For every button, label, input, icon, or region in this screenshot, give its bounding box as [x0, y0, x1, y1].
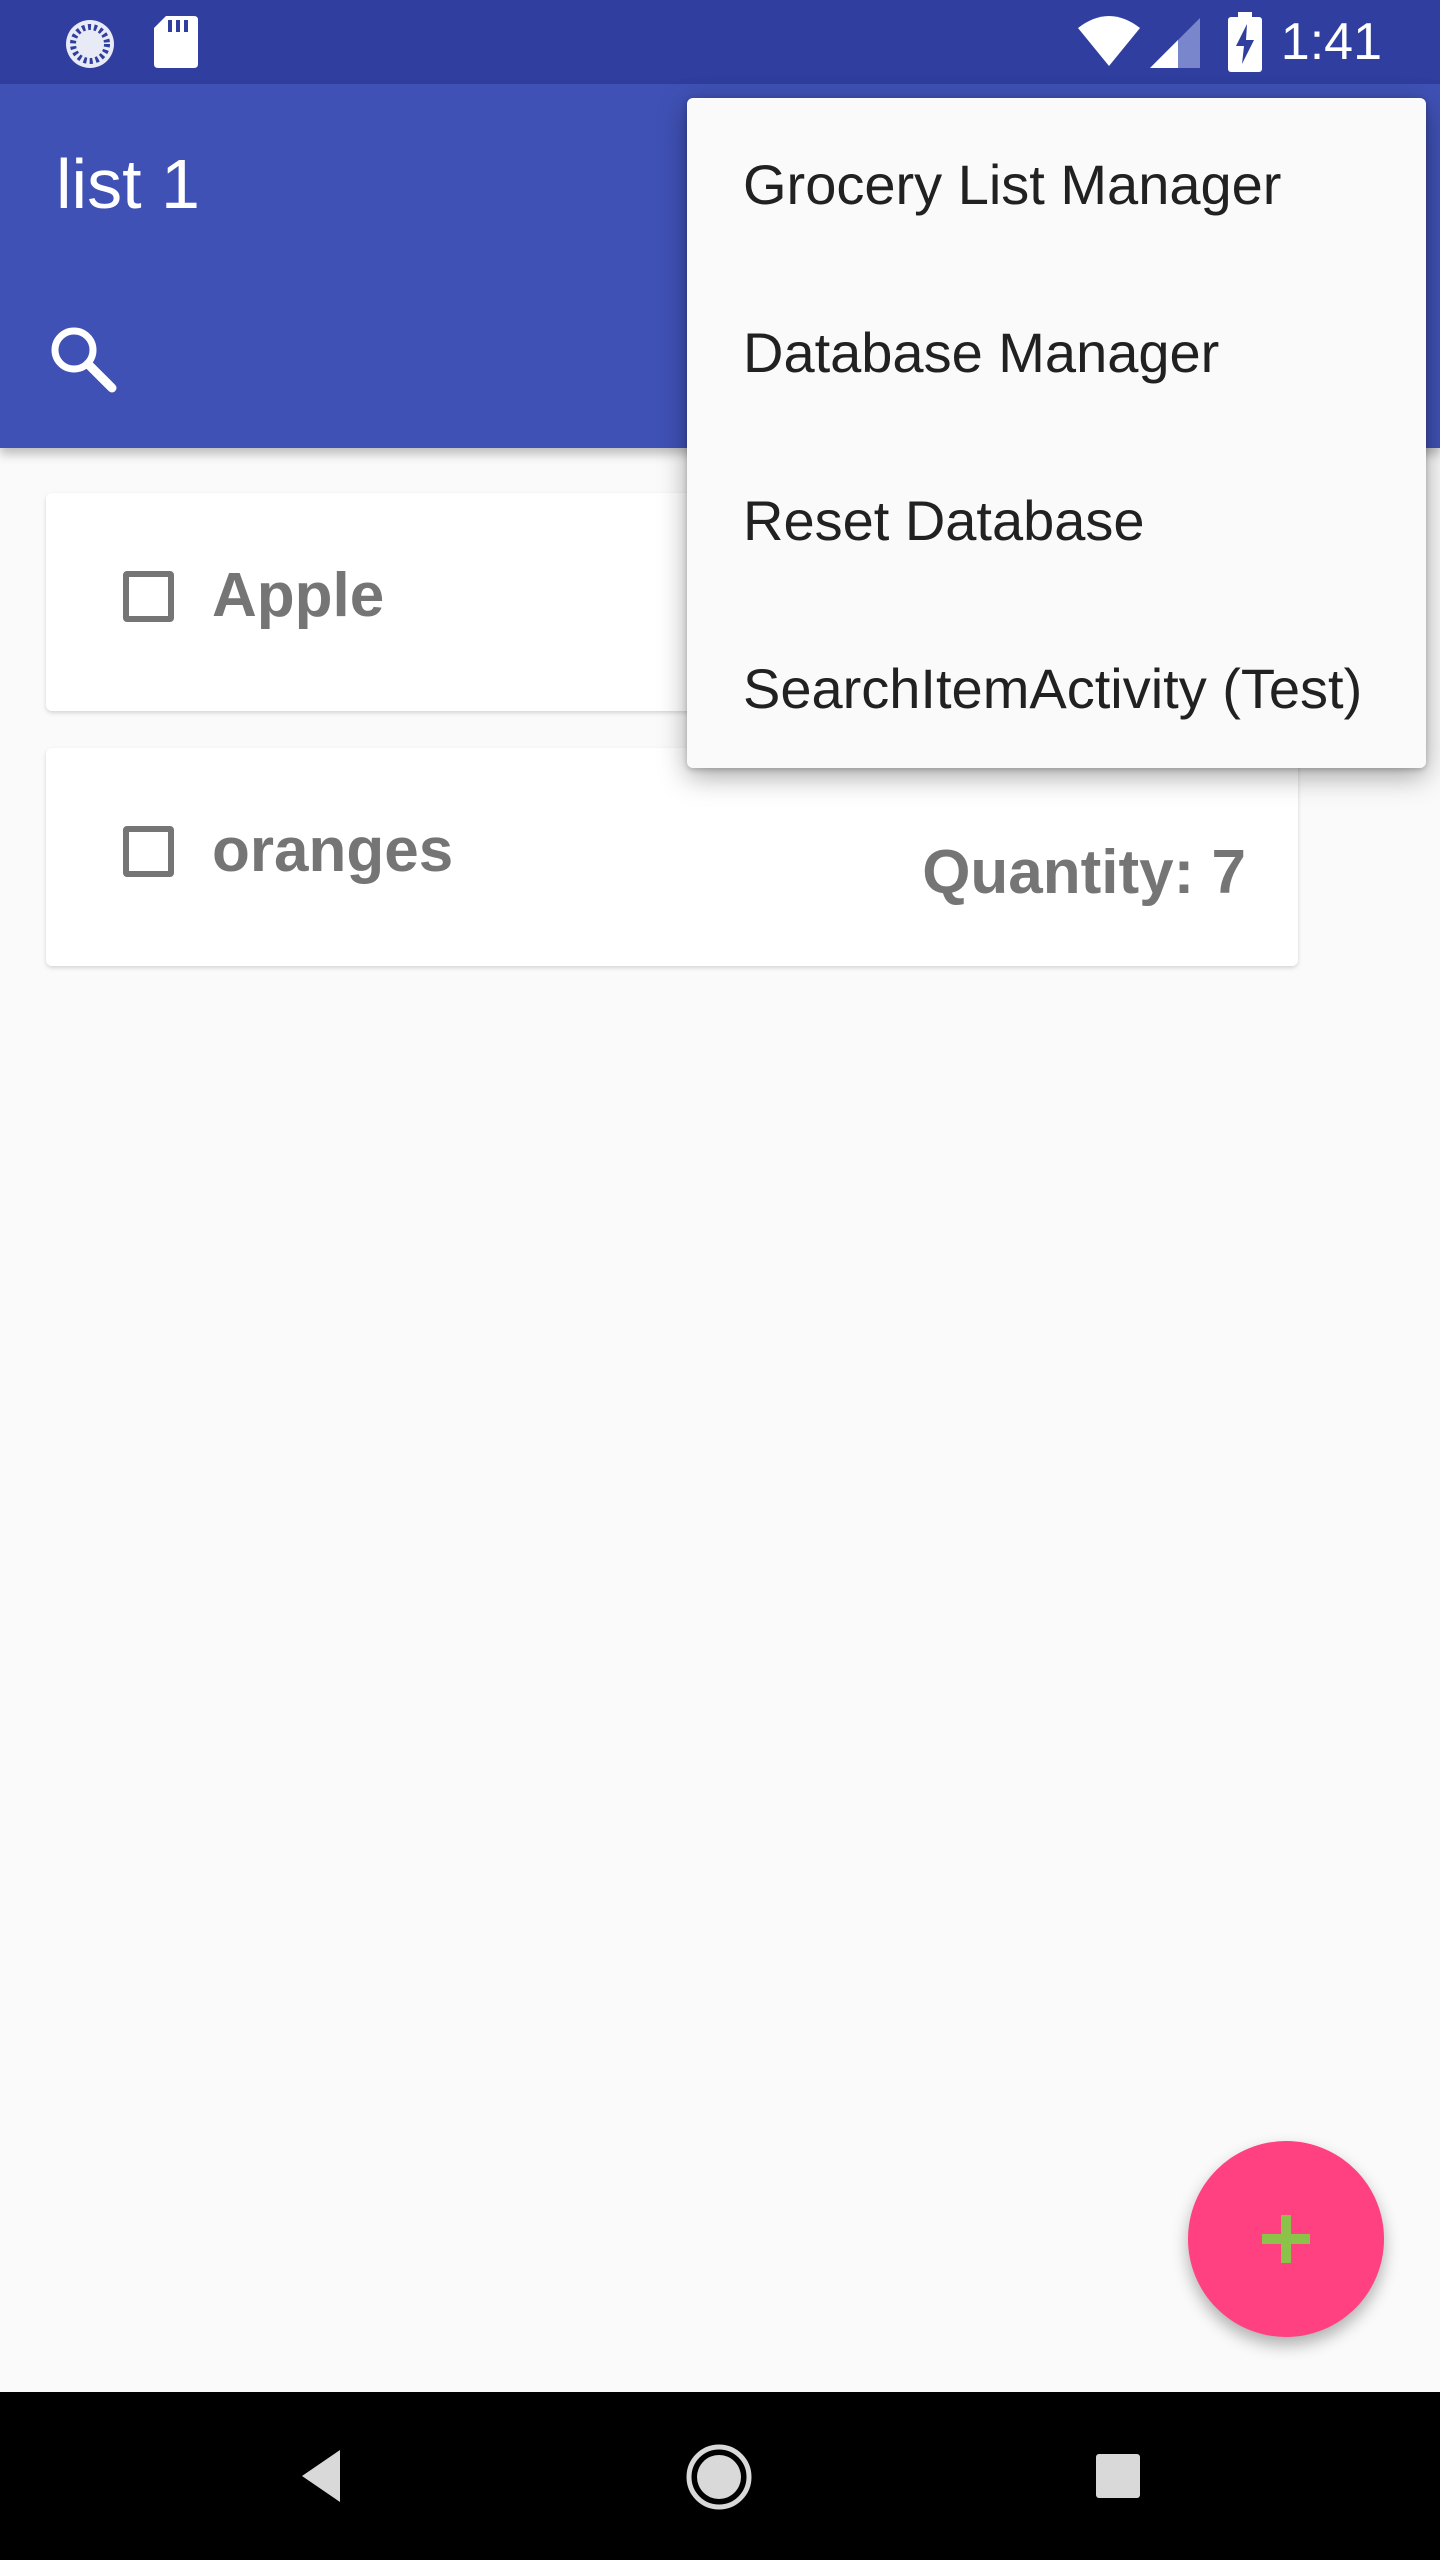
wifi-icon — [1078, 16, 1140, 66]
item-quantity: Quantity: 7 — [922, 838, 1246, 907]
search-button[interactable] — [40, 316, 130, 406]
sync-icon — [66, 20, 114, 68]
menu-item-search-item-activity[interactable]: SearchItemActivity (Test) — [743, 657, 1362, 721]
navigation-bar — [0, 2392, 1440, 2560]
recents-icon[interactable] — [1096, 2454, 1140, 2498]
overflow-menu: Grocery List Manager Database Manager Re… — [687, 98, 1426, 768]
back-icon[interactable] — [296, 2446, 344, 2506]
add-item-button[interactable] — [1188, 2141, 1384, 2337]
status-bar: 1:41 — [0, 0, 1440, 84]
plus-icon — [1262, 2215, 1310, 2263]
battery-charging-icon — [1228, 12, 1262, 72]
sd-card-icon — [154, 16, 198, 68]
menu-item-reset-database[interactable]: Reset Database — [743, 489, 1145, 553]
menu-item-database-manager[interactable]: Database Manager — [743, 321, 1219, 385]
status-time: 1:41 — [1280, 13, 1382, 71]
home-icon[interactable] — [684, 2442, 754, 2512]
search-icon — [51, 327, 117, 393]
item-name: oranges — [212, 816, 454, 885]
menu-item-grocery-list-manager[interactable]: Grocery List Manager — [743, 153, 1281, 217]
page-title: list 1 — [56, 145, 200, 223]
signal-icon — [1150, 18, 1200, 68]
item-checkbox[interactable] — [123, 571, 174, 622]
item-name: Apple — [212, 561, 385, 630]
list-item[interactable]: oranges Quantity: 7 — [46, 748, 1298, 966]
item-checkbox[interactable] — [123, 826, 174, 877]
